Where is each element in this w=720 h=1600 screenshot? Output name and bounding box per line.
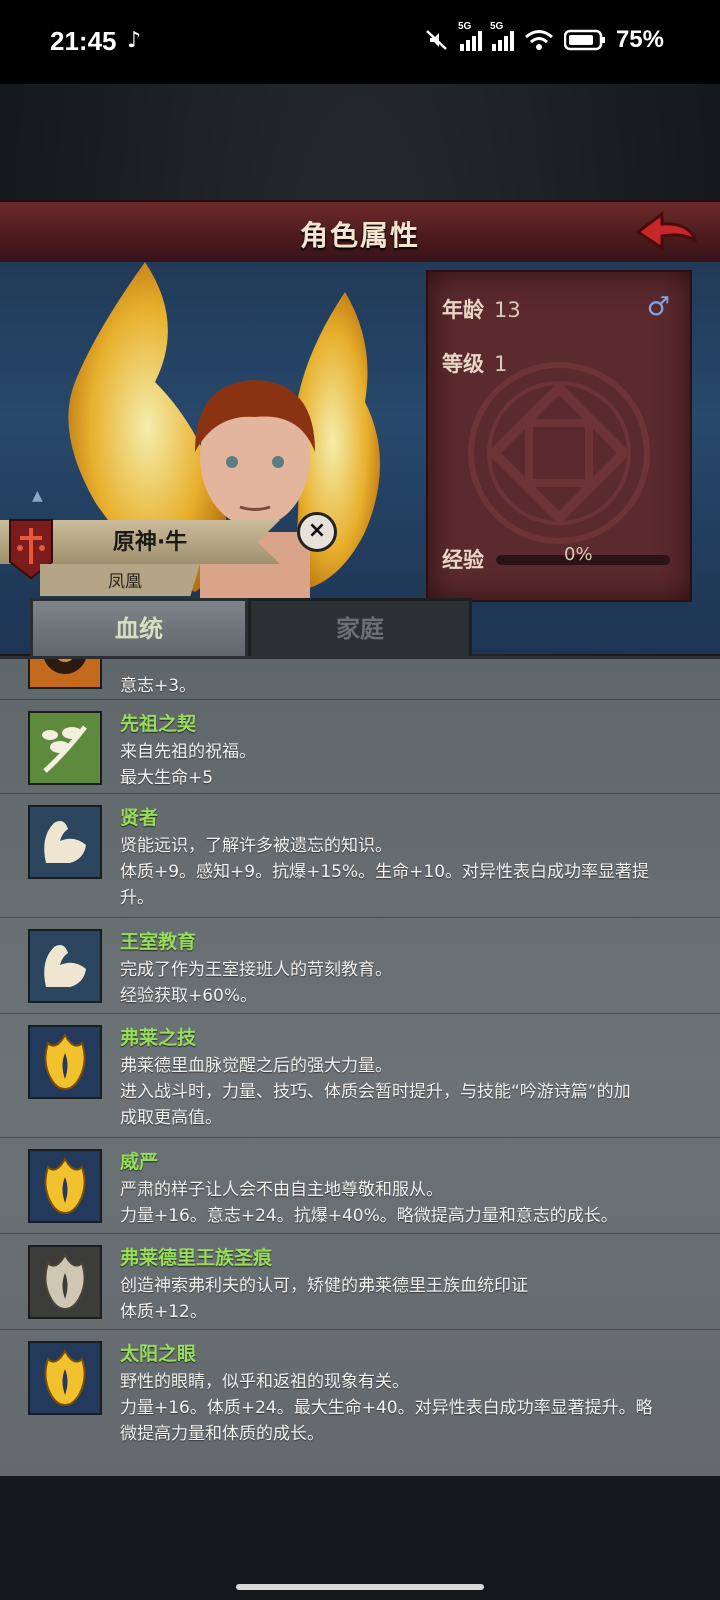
list-item: 先祖之契 来自先祖的祝福。 最大生命+5 [0, 699, 720, 794]
celtic-knot-emblem [468, 362, 650, 544]
trait-desc: 来自先祖的祝福。 [120, 742, 256, 762]
trait-desc: 成取更高值。 [120, 1108, 222, 1128]
list-item: 太阳之眼 野性的眼睛，似乎和返祖的现象有关。 力量+16。体质+24。最大生命+… [0, 1329, 720, 1453]
trait-desc: 体质+12。 [120, 1302, 207, 1322]
wifi-icon [524, 30, 553, 50]
signal-icon: 5G [490, 21, 514, 51]
exp-value: 0% [564, 544, 593, 565]
list-item: 贤者 贤能远识，了解许多被遗忘的知识。 体质+9。感知+9。抗爆+15%。生命+… [0, 793, 720, 918]
page-title: 角色属性 [299, 219, 420, 252]
flame-icon [28, 1025, 102, 1099]
age-row: 年龄 13 [442, 294, 521, 324]
age-label: 年龄 [442, 298, 484, 322]
trait-desc: 严肃的样子让人会不由自主地尊敬和服从。 [120, 1180, 443, 1200]
clock: 21:45 [50, 26, 117, 56]
battery-icon [563, 29, 605, 51]
list-item: 威严 严肃的样子让人会不由自主地尊敬和服从。 力量+16。意志+24。抗爆+40… [0, 1137, 720, 1234]
character-panel: 年龄 13 ♂ 等级 1 经验 0% ▲ 原神·牛 凤凰 × [0, 262, 720, 654]
arm-icon [28, 929, 102, 1003]
back-arrow-icon[interactable] [632, 208, 702, 260]
list-item: 弗莱之技 弗莱德里血脉觉醒之后的强大力量。 进入战斗时，力量、技巧、体质会暂时提… [0, 1013, 720, 1138]
character-title: 凤凰 [108, 572, 142, 592]
character-name: 原神·牛 [112, 530, 188, 555]
flame-icon [28, 1149, 102, 1223]
trait-list[interactable]: 意志+3。 先祖之契 来自先祖的祝福。 最大生命+5 贤者 贤能远识，了解许多被… [0, 656, 720, 1479]
trait-desc: 进入战斗时，力量、技巧、体质会暂时提升，与技能“吟游诗篇”的加 [120, 1082, 631, 1102]
rank-icon: ▲ [32, 488, 43, 504]
eye-icon [28, 659, 102, 689]
trait-title: 威严 [120, 1151, 159, 1173]
page-header: 角色属性 [0, 200, 720, 267]
battery-level: 75% [615, 26, 664, 53]
trait-desc: 创造神索弗利夫的认可，矫健的弗莱德里王族血统印证 [120, 1276, 528, 1296]
mute-icon [426, 30, 447, 50]
tab-bar: 血统 家庭 [30, 598, 472, 660]
trait-desc: 力量+16。体质+24。最大生命+40。对异性表白成功率显著提升。略 [120, 1398, 653, 1418]
trait-desc: 经验获取+60%。 [120, 986, 258, 1006]
status-icons: 5G 5G 75% [424, 21, 664, 54]
stats-panel: 年龄 13 ♂ 等级 1 经验 0% [426, 270, 692, 602]
male-icon: ♂ [646, 292, 670, 322]
trait-desc: 贤能远识，了解许多被遗忘的知识。 [120, 836, 392, 856]
trait-desc: 体质+9。感知+9。抗爆+15%。生命+10。对异性表白成功率显著提 [120, 862, 650, 882]
trait-desc: 野性的眼睛，似乎和返祖的现象有关。 [120, 1372, 409, 1392]
signal-icon: 5G [458, 21, 482, 51]
branch-icon [28, 711, 102, 785]
age-value: 13 [494, 298, 521, 322]
level-label: 等级 [442, 352, 484, 376]
trait-title: 先祖之契 [120, 713, 197, 735]
trait-desc: 弗莱德里血脉觉醒之后的强大力量。 [120, 1056, 392, 1076]
trait-desc: 升。 [120, 888, 154, 908]
exp-label: 经验 [442, 548, 484, 572]
tiktok-icon: ♪ [127, 28, 142, 53]
tab-bloodline[interactable]: 血统 [30, 598, 248, 657]
level-row: 等级 1 [442, 348, 507, 378]
level-value: 1 [494, 352, 508, 376]
home-indicator[interactable] [236, 1584, 484, 1590]
trait-desc: 微提高力量和体质的成长。 [120, 1424, 324, 1444]
close-icon[interactable]: × [297, 512, 337, 552]
trait-title: 弗莱之技 [120, 1027, 197, 1049]
trait-title: 贤者 [120, 807, 159, 829]
trait-desc: 完成了作为王室接班人的苛刻教育。 [120, 960, 392, 980]
trait-title: 弗莱德里王族圣痕 [120, 1247, 273, 1269]
trait-desc: 力量+16。意志+24。抗爆+40%。略微提高力量和意志的成长。 [120, 1206, 618, 1226]
grey-flame-icon [28, 1245, 102, 1319]
trait-title: 太阳之眼 [120, 1343, 197, 1365]
tab-family[interactable]: 家庭 [248, 598, 472, 660]
trait-desc: 意志+3。 [120, 676, 197, 696]
list-item: 王室教育 完成了作为王室接班人的苛刻教育。 经验获取+60%。 [0, 917, 720, 1014]
flame-icon [28, 1341, 102, 1415]
trait-title: 王室教育 [120, 931, 197, 953]
list-item: 意志+3。 [0, 659, 720, 700]
bottom-area [0, 1476, 720, 1600]
trait-desc: 最大生命+5 [120, 768, 214, 788]
arm-icon [28, 805, 102, 879]
list-item: 弗莱德里王族圣痕 创造神索弗利夫的认可，矫健的弗莱德里王族血统印证 体质+12。 [0, 1233, 720, 1330]
status-bar: 21:45 ♪ 5G 5G 75% [0, 0, 720, 84]
